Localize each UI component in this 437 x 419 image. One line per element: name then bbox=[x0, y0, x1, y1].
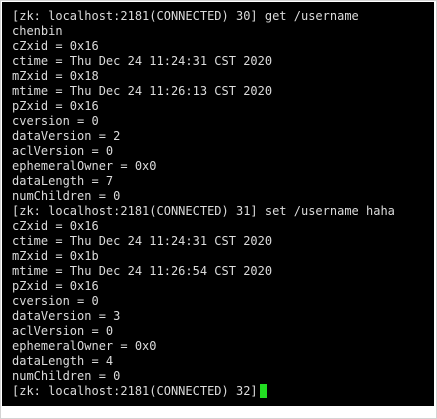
terminal-line: mtime = Thu Dec 24 11:26:54 CST 2020 bbox=[12, 264, 273, 278]
terminal-line: [zk: localhost:2181(CONNECTED) 31] set /… bbox=[12, 204, 395, 218]
terminal-line: dataLength = 7 bbox=[12, 174, 114, 188]
terminal-line: numChildren = 0 bbox=[12, 189, 121, 203]
terminal-line: cversion = 0 bbox=[12, 114, 99, 128]
prompt-text: [zk: localhost:2181(CONNECTED) 32] bbox=[12, 384, 258, 398]
terminal-line: ephemeralOwner = 0x0 bbox=[12, 339, 157, 353]
terminal-line: [zk: localhost:2181(CONNECTED) 30] get /… bbox=[12, 9, 359, 23]
terminal-line: mZxid = 0x1b bbox=[12, 249, 99, 263]
terminal-output[interactable]: [zk: localhost:2181(CONNECTED) 30] get /… bbox=[2, 2, 434, 406]
terminal-line: aclVersion = 0 bbox=[12, 324, 114, 338]
terminal-line: dataVersion = 2 bbox=[12, 129, 121, 143]
terminal-line: pZxid = 0x16 bbox=[12, 279, 99, 293]
terminal-line: ephemeralOwner = 0x0 bbox=[12, 159, 157, 173]
terminal-lines: [zk: localhost:2181(CONNECTED) 30] get /… bbox=[12, 9, 395, 399]
terminal-line: mtime = Thu Dec 24 11:26:13 CST 2020 bbox=[12, 84, 273, 98]
terminal-line: ctime = Thu Dec 24 11:24:31 CST 2020 bbox=[12, 234, 273, 248]
terminal-line: dataVersion = 3 bbox=[12, 309, 121, 323]
terminal-line: ctime = Thu Dec 24 11:24:31 CST 2020 bbox=[12, 54, 273, 68]
terminal-line: numChildren = 0 bbox=[12, 369, 121, 383]
terminal-line: pZxid = 0x16 bbox=[12, 99, 99, 113]
terminal-window: [zk: localhost:2181(CONNECTED) 30] get /… bbox=[0, 0, 437, 419]
terminal-line: mZxid = 0x18 bbox=[12, 69, 99, 83]
block-cursor bbox=[259, 384, 267, 398]
terminal-line: dataLength = 4 bbox=[12, 354, 114, 368]
terminal-line: cversion = 0 bbox=[12, 294, 99, 308]
prompt-line[interactable]: [zk: localhost:2181(CONNECTED) 32] bbox=[12, 384, 395, 399]
window-bottom-edge bbox=[2, 406, 435, 418]
terminal-line: cZxid = 0x16 bbox=[12, 219, 99, 233]
terminal-line: aclVersion = 0 bbox=[12, 144, 114, 158]
terminal-line: chenbin bbox=[12, 24, 63, 38]
terminal-line: cZxid = 0x16 bbox=[12, 39, 99, 53]
